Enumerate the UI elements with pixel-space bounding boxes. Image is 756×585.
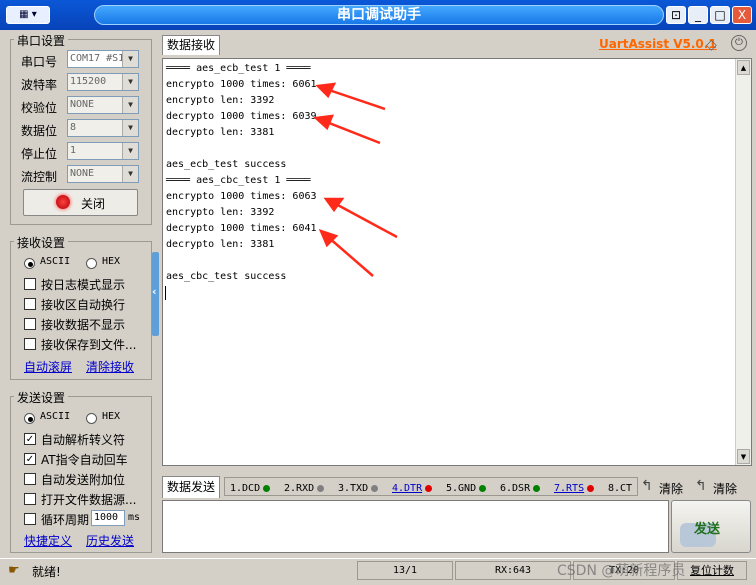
status-dot-icon	[317, 484, 325, 492]
status-dot-icon	[425, 484, 433, 492]
arrow-head	[323, 197, 345, 213]
arrow-head	[315, 82, 337, 99]
pin-rxd: 2.RXD	[284, 482, 325, 496]
annotation-arrows	[313, 82, 398, 277]
pin-gnd: 5.GND	[446, 482, 487, 496]
status-dot-icon	[587, 484, 595, 492]
status-dot-icon	[533, 484, 541, 492]
pin-dcd: 1.DCD	[230, 482, 271, 496]
reset-count-button[interactable]: 复位计数	[677, 561, 747, 580]
arrow-line	[327, 236, 374, 277]
clear-history-button[interactable]: 清除	[659, 480, 683, 497]
arrow-line	[325, 87, 386, 111]
arrow-line	[333, 201, 398, 239]
status-dot-icon	[479, 484, 487, 492]
send-button[interactable]: 发送	[671, 500, 751, 553]
clear-send-icon[interactable]: ↰	[695, 478, 707, 494]
status-dot-icon	[263, 484, 271, 492]
pin-rts[interactable]: 7.RTS	[554, 482, 595, 496]
send-text-input[interactable]	[162, 500, 669, 553]
pin-dsr: 6.DSR	[500, 482, 541, 496]
clear-send-button[interactable]: 清除	[713, 480, 737, 497]
send-button-label: 发送	[694, 522, 721, 537]
pin-ct: 8.CT	[608, 483, 633, 494]
status-text: 就绪!	[32, 565, 61, 579]
status-rx-count: RX:643	[455, 561, 571, 580]
arrow-head	[313, 114, 334, 131]
csdn-watermark: CSDN @萌新程序员	[557, 563, 686, 579]
arrow-line	[323, 119, 381, 145]
pin-txd: 3.TXD	[338, 482, 379, 496]
status-position: 13/1	[357, 561, 453, 580]
clear-history-icon[interactable]: ↰	[641, 478, 653, 494]
status-dot-icon	[371, 484, 379, 492]
status-ready-icon: ☛	[8, 563, 20, 578]
pin-dtr[interactable]: 4.DTR	[392, 482, 433, 496]
tab-data-send[interactable]: 数据发送	[162, 476, 221, 498]
